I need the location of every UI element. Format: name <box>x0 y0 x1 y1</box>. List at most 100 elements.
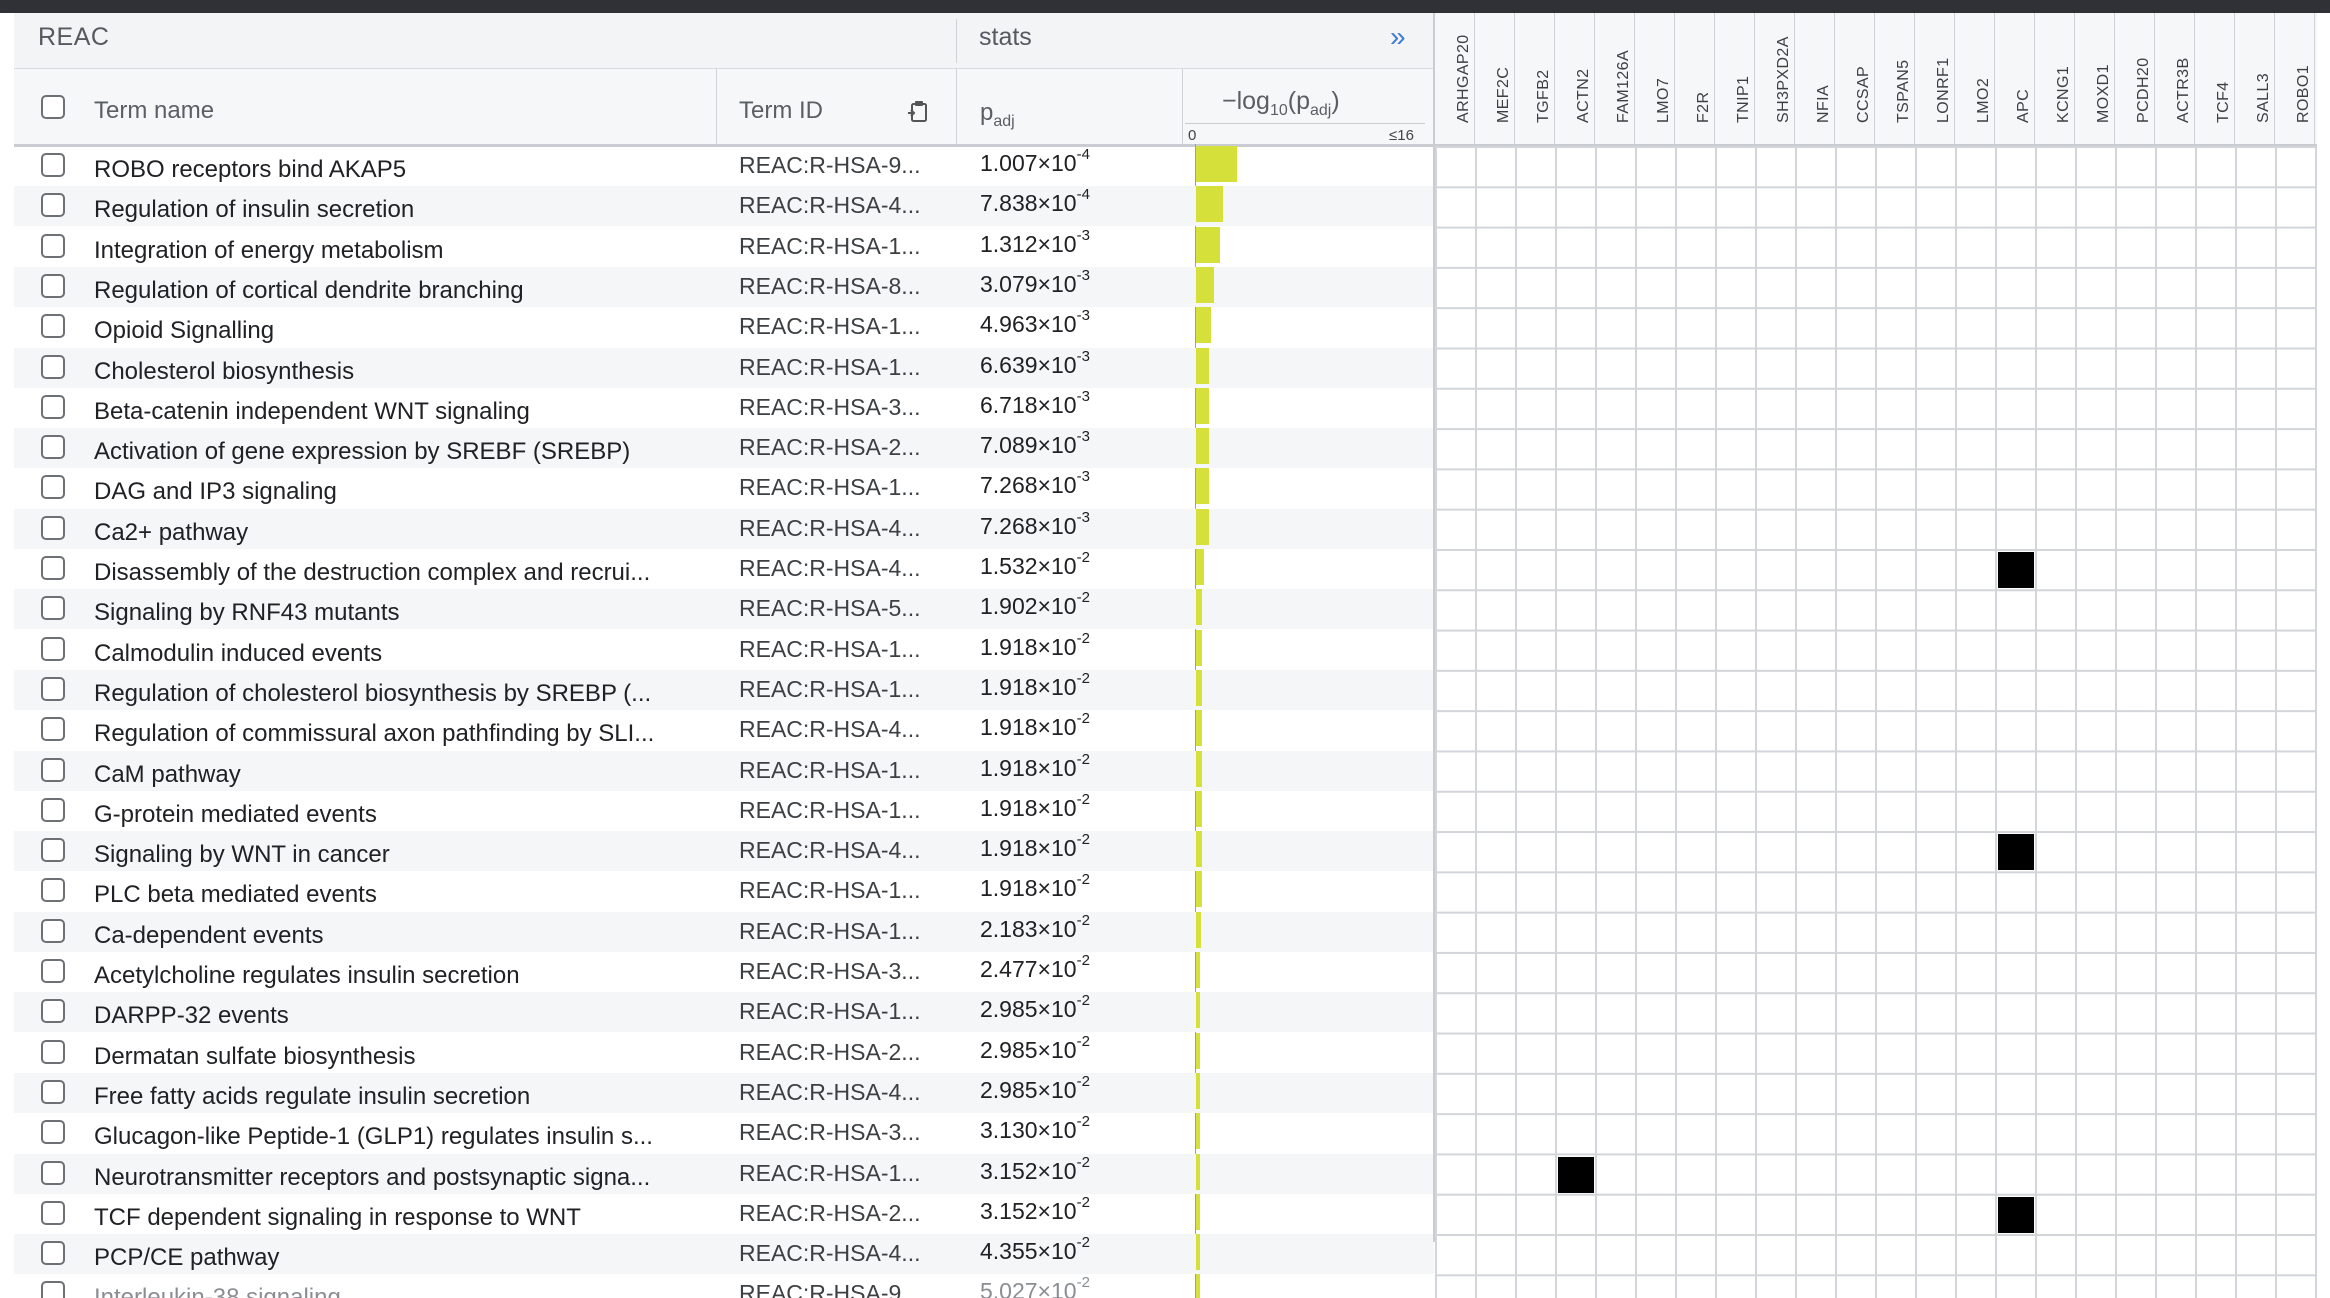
term-name[interactable]: Beta-catenin independent WNT signaling <box>94 398 530 426</box>
table-row[interactable]: Calmodulin induced events REAC:R-HSA-1...… <box>14 629 1434 670</box>
term-id[interactable]: REAC:R-HSA-9... <box>739 1280 920 1298</box>
term-id[interactable]: REAC:R-HSA-1... <box>739 676 920 703</box>
term-name[interactable]: Regulation of cholesterol biosynthesis b… <box>94 680 651 708</box>
row-checkbox[interactable] <box>41 394 65 419</box>
table-row[interactable]: Dermatan sulfate biosynthesis REAC:R-HSA-… <box>14 1032 1434 1073</box>
row-checkbox[interactable] <box>41 1079 65 1104</box>
gene-column-header[interactable]: TSPAN5 <box>1875 13 1915 144</box>
term-id[interactable]: REAC:R-HSA-1... <box>739 354 920 381</box>
gene-column-header[interactable]: NFIA <box>1795 13 1835 144</box>
row-checkbox[interactable] <box>41 1160 65 1185</box>
term-name[interactable]: Free fatty acids regulate insulin secret… <box>94 1083 530 1111</box>
term-id[interactable]: REAC:R-HSA-1... <box>739 797 920 824</box>
term-name[interactable]: G-protein mediated events <box>94 801 377 829</box>
term-id[interactable]: REAC:R-HSA-3... <box>739 958 920 985</box>
term-name[interactable]: DAG and IP3 signaling <box>94 478 337 506</box>
row-checkbox[interactable] <box>41 959 65 983</box>
table-row[interactable]: DARPP-32 events REAC:R-HSA-1... 2.985×10-2 <box>14 992 1434 1033</box>
term-id[interactable]: REAC:R-HSA-1... <box>739 998 920 1025</box>
table-row[interactable]: Signaling by RNF43 mutants REAC:R-HSA-5..… <box>14 589 1434 630</box>
row-checkbox[interactable] <box>41 918 65 943</box>
gene-column-header[interactable]: ROBO1 <box>2275 13 2315 144</box>
gene-column-header[interactable]: TNIP1 <box>1715 13 1755 144</box>
table-row[interactable]: PCP/CE pathway REAC:R-HSA-4... 4.355×10-2 <box>14 1234 1434 1275</box>
gene-hit-cell[interactable] <box>1998 834 2034 871</box>
term-id[interactable]: REAC:R-HSA-2... <box>739 1200 920 1227</box>
gene-column-header[interactable]: PCDH20 <box>2115 13 2155 144</box>
table-row[interactable]: Integration of energy metabolism REAC:R-H… <box>14 226 1434 267</box>
term-name[interactable]: Signaling by WNT in cancer <box>94 841 390 869</box>
row-checkbox[interactable] <box>41 1241 65 1266</box>
row-checkbox[interactable] <box>41 596 65 621</box>
term-id[interactable]: REAC:R-HSA-1... <box>739 636 920 663</box>
table-row[interactable]: Regulation of commissural axon pathfindi… <box>14 710 1434 750</box>
table-row[interactable]: Cholesterol biosynthesis REAC:R-HSA-1... 6… <box>14 347 1434 388</box>
term-name[interactable]: Disassembly of the destruction complex a… <box>94 559 650 587</box>
gene-column-header[interactable]: MOXD1 <box>2075 13 2115 144</box>
table-row[interactable]: G-protein mediated events REAC:R-HSA-1...… <box>14 790 1434 831</box>
term-id[interactable]: REAC:R-HSA-3... <box>739 394 920 421</box>
term-id[interactable]: REAC:R-HSA-2... <box>739 434 920 461</box>
padj-header[interactable]: padj <box>980 99 1015 131</box>
gene-column-header[interactable]: ARHGAP20 <box>1435 13 1475 144</box>
row-checkbox[interactable] <box>41 717 65 742</box>
copy-ids-icon[interactable] <box>907 99 929 123</box>
term-id[interactable]: REAC:R-HSA-3... <box>739 1119 920 1146</box>
term-id[interactable]: REAC:R-HSA-8... <box>739 273 920 300</box>
row-checkbox[interactable] <box>41 233 65 258</box>
term-name[interactable]: TCF dependent signaling in response to W… <box>94 1204 581 1232</box>
term-name[interactable]: Dermatan sulfate biosynthesis <box>94 1043 416 1071</box>
term-name[interactable]: Ca-dependent events <box>94 922 324 950</box>
gene-column-header[interactable]: MEF2C <box>1475 13 1515 144</box>
table-row[interactable]: Opioid Signalling REAC:R-HSA-1... 4.963×10… <box>14 307 1434 347</box>
term-name[interactable]: Opioid Signalling <box>94 317 274 345</box>
row-checkbox[interactable] <box>41 878 65 903</box>
select-all-checkbox[interactable] <box>41 95 65 119</box>
row-checkbox[interactable] <box>41 1200 65 1225</box>
term-id[interactable]: REAC:R-HSA-4... <box>739 555 920 582</box>
row-checkbox[interactable] <box>41 636 65 661</box>
table-row[interactable]: TCF dependent signaling in response to W… <box>14 1193 1434 1234</box>
neglog-header[interactable]: −log10(padj) <box>1222 87 1340 120</box>
term-name[interactable]: DARPP-32 events <box>94 1002 289 1030</box>
table-row[interactable]: Disassembly of the destruction complex a… <box>14 549 1434 589</box>
term-name[interactable]: Signaling by RNF43 mutants <box>94 599 399 627</box>
row-checkbox[interactable] <box>41 556 65 580</box>
term-name[interactable]: Cholesterol biosynthesis <box>94 358 354 386</box>
table-row[interactable]: Regulation of insulin secretion REAC:R-HS… <box>14 186 1434 227</box>
table-row[interactable]: ROBO receptors bind AKAP5 REAC:R-HSA-9...… <box>14 146 1434 186</box>
gene-column-header[interactable]: ACTN2 <box>1555 13 1595 144</box>
gene-column-header[interactable]: KCNG1 <box>2035 13 2075 144</box>
table-row[interactable]: Acetylcholine regulates insulin secretio… <box>14 952 1434 992</box>
table-row[interactable]: Activation of gene expression by SREBF (… <box>14 428 1434 469</box>
table-row[interactable]: Ca-dependent events REAC:R-HSA-1... 2.183×… <box>14 911 1434 952</box>
term-id[interactable]: REAC:R-HSA-1... <box>739 918 920 945</box>
term-name[interactable]: Activation of gene expression by SREBF (… <box>94 438 630 466</box>
row-checkbox[interactable] <box>41 193 65 218</box>
term-id[interactable]: REAC:R-HSA-4... <box>739 1079 920 1106</box>
row-checkbox[interactable] <box>41 435 65 460</box>
term-name[interactable]: Regulation of commissural axon pathfindi… <box>94 720 654 748</box>
term-id[interactable]: REAC:R-HSA-2... <box>739 1039 920 1066</box>
gene-hit-cell[interactable] <box>1998 552 2034 588</box>
table-row[interactable]: DAG and IP3 signaling REAC:R-HSA-1... 7.26… <box>14 468 1434 508</box>
table-row[interactable]: Free fatty acids regulate insulin secret… <box>14 1072 1434 1113</box>
row-checkbox[interactable] <box>41 757 65 782</box>
gene-column-header[interactable]: SALL3 <box>2235 13 2275 144</box>
row-checkbox[interactable] <box>41 797 65 822</box>
term-name[interactable]: Interleukin-38 signaling <box>94 1284 341 1298</box>
gene-column-header[interactable]: TGFB2 <box>1515 13 1555 144</box>
gene-column-header[interactable]: SH3PXD2A <box>1755 13 1795 144</box>
table-row[interactable]: Glucagon-like Peptide-1 (GLP1) regulates… <box>14 1113 1434 1153</box>
term-name-header[interactable]: Term name <box>94 97 214 125</box>
term-name[interactable]: Neurotransmitter receptors and postsynap… <box>94 1164 650 1192</box>
row-checkbox[interactable] <box>41 838 65 863</box>
term-id[interactable]: REAC:R-HSA-1... <box>739 233 920 260</box>
table-row[interactable]: Regulation of cortical dendrite branchin… <box>14 266 1434 307</box>
term-id-header[interactable]: Term ID <box>739 97 823 125</box>
term-id[interactable]: REAC:R-HSA-1... <box>739 474 920 501</box>
table-row[interactable]: CaM pathway REAC:R-HSA-1... 1.918×10-2 <box>14 750 1434 791</box>
term-name[interactable]: CaM pathway <box>94 761 241 789</box>
expand-columns-icon[interactable]: » <box>1390 21 1405 53</box>
gene-column-header[interactable]: F2R <box>1675 13 1715 144</box>
